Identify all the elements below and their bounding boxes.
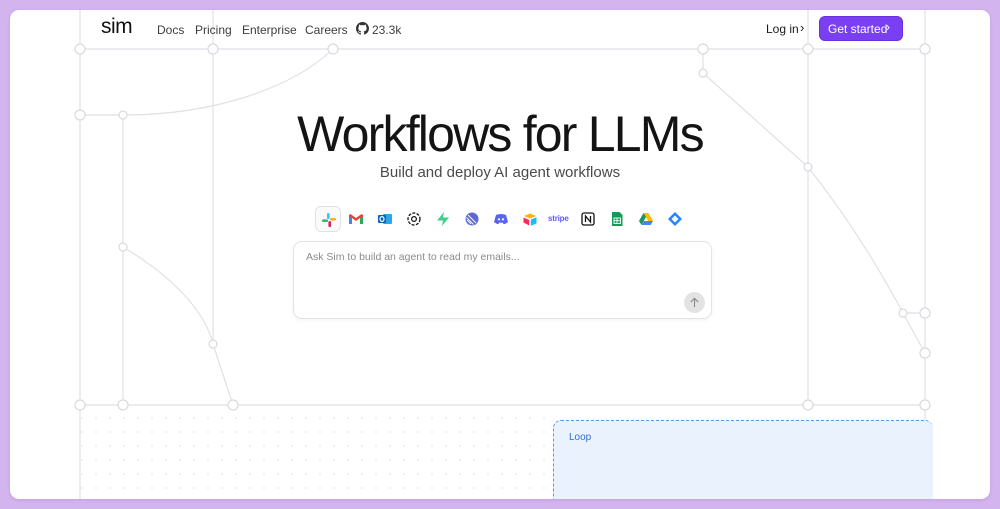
google-drive-icon[interactable]: [633, 206, 659, 232]
outlook-icon[interactable]: [372, 206, 398, 232]
notion-icon[interactable]: [575, 206, 601, 232]
nav-link-careers[interactable]: Careers: [305, 23, 348, 37]
send-button[interactable]: [684, 292, 705, 313]
google-sheets-icon[interactable]: [604, 206, 630, 232]
loop-block[interactable]: Loop: [553, 420, 933, 499]
nav-link-pricing[interactable]: Pricing: [195, 23, 232, 37]
get-started-button[interactable]: Get started ›: [819, 16, 903, 41]
prompt-input[interactable]: [304, 250, 678, 264]
linear-icon[interactable]: [459, 206, 485, 232]
browser-window: sim Docs Pricing Enterprise Careers 23.3…: [10, 10, 990, 499]
github-icon[interactable]: [356, 22, 369, 35]
nav-link-enterprise[interactable]: Enterprise: [242, 23, 297, 37]
supabase-icon[interactable]: [430, 206, 456, 232]
openai-icon[interactable]: [401, 206, 427, 232]
airtable-icon[interactable]: [517, 206, 543, 232]
login-link[interactable]: Log in: [766, 22, 799, 36]
prompt-box: [293, 241, 712, 319]
loop-label: Loop: [569, 432, 592, 443]
arrow-up-icon: [690, 297, 699, 307]
hero-subtitle: Build and deploy AI agent workflows: [379, 164, 621, 181]
get-started-label: Get started: [828, 22, 888, 36]
nav-link-docs[interactable]: Docs: [157, 23, 184, 37]
top-navbar: sim Docs Pricing Enterprise Careers 23.3…: [10, 10, 990, 48]
stripe-icon[interactable]: stripe: [546, 206, 572, 232]
slack-icon[interactable]: [315, 206, 341, 232]
hero-title: Workflows for LLMs: [297, 106, 704, 162]
sim-logo[interactable]: sim: [101, 15, 133, 39]
discord-icon[interactable]: [488, 206, 514, 232]
github-stars-count[interactable]: 23.3k: [372, 23, 401, 37]
chevron-right-icon: ›: [800, 20, 805, 35]
stripe-wordmark: stripe: [548, 214, 569, 223]
jira-icon[interactable]: [662, 206, 688, 232]
chevron-right-icon: ›: [886, 20, 890, 34]
gmail-icon[interactable]: [343, 206, 369, 232]
